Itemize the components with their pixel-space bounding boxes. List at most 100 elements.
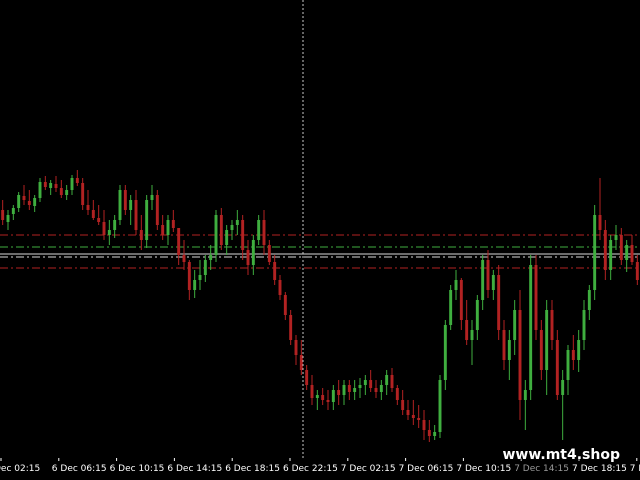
candle-body	[182, 255, 186, 262]
candle	[609, 235, 613, 280]
candle-body	[177, 228, 181, 255]
candle	[107, 220, 111, 245]
candle-body	[609, 240, 613, 270]
candle	[75, 170, 79, 186]
candle	[379, 380, 383, 400]
candle-body	[283, 295, 287, 315]
candle-body	[161, 225, 165, 235]
candle-body	[374, 388, 378, 392]
candle-body	[438, 380, 442, 432]
candle-body	[139, 230, 143, 240]
candle	[1, 200, 5, 225]
candle-body	[443, 325, 447, 380]
candle	[11, 205, 15, 220]
candle	[598, 178, 602, 240]
candle-body	[310, 385, 314, 398]
candle-body	[6, 215, 10, 222]
candle	[401, 390, 405, 415]
candle	[449, 285, 453, 330]
candle-body	[353, 388, 357, 392]
candle	[571, 335, 575, 370]
candle-body	[411, 415, 415, 418]
candle-body	[17, 195, 21, 208]
candle	[241, 215, 245, 260]
candle	[59, 180, 63, 198]
candle	[369, 370, 373, 392]
candle	[614, 225, 618, 250]
x-tick-label: 6 Dec 06:15	[52, 464, 107, 474]
candle-body	[54, 184, 58, 188]
candle	[326, 390, 330, 410]
candle	[454, 270, 458, 300]
chart-area[interactable]: Dec 02:15 6 Dec 06:156 Dec 10:156 Dec 14:…	[0, 0, 640, 480]
candle-body	[566, 350, 570, 380]
candle	[289, 310, 293, 345]
x-tick-label: 7 Dec 02:15	[341, 464, 396, 474]
candle-body	[150, 195, 154, 200]
candle-body	[630, 245, 634, 262]
candle	[475, 295, 479, 340]
candle-body	[449, 290, 453, 325]
candle	[321, 388, 325, 405]
candle-body	[203, 260, 207, 275]
candle	[257, 215, 261, 245]
candle	[331, 385, 335, 410]
candle-body	[214, 215, 218, 255]
candle-body	[134, 200, 138, 230]
candle-body	[614, 235, 618, 240]
x-tick-label: 7 De	[630, 464, 640, 474]
candle-body	[502, 330, 506, 360]
candle-body	[299, 355, 303, 370]
candle-body	[358, 385, 362, 388]
candle	[438, 375, 442, 438]
candle	[417, 405, 421, 428]
candle	[97, 205, 101, 225]
candle	[235, 210, 239, 235]
candle-body	[230, 225, 234, 230]
candle-body	[107, 230, 111, 235]
candle-body	[33, 198, 37, 206]
candle	[166, 215, 170, 245]
candle	[294, 335, 298, 365]
candle-body	[262, 220, 266, 245]
candle-body	[379, 385, 383, 392]
candle-body	[619, 235, 623, 260]
candle-body	[123, 190, 127, 210]
candle	[523, 380, 527, 430]
candle	[155, 190, 159, 230]
candle	[193, 270, 197, 298]
candle	[502, 320, 506, 370]
candle-body	[75, 178, 79, 183]
candle	[123, 185, 127, 215]
candle	[491, 270, 495, 300]
candle-body	[38, 182, 42, 198]
candle	[150, 185, 154, 210]
candle-body	[363, 380, 367, 385]
watermark: www.mt4.shop	[502, 447, 620, 463]
candle	[459, 278, 463, 330]
candle-body	[534, 265, 538, 330]
x-tick-label: 7 Dec 06:15	[399, 464, 454, 474]
candle	[198, 260, 202, 290]
candle	[363, 375, 367, 395]
candle-body	[539, 330, 543, 370]
x-tick-label: 7 Dec 14:15	[514, 464, 569, 474]
candle-body	[337, 390, 341, 395]
candle-body	[481, 260, 485, 300]
candle	[347, 380, 351, 400]
candle-body	[422, 420, 426, 430]
candle	[545, 300, 549, 395]
levels-layer	[0, 234, 640, 269]
candle-body	[1, 210, 5, 220]
candle	[6, 210, 10, 230]
candle-body	[118, 190, 122, 220]
candle-body	[635, 262, 639, 280]
candle-body	[454, 280, 458, 290]
candle	[550, 300, 554, 350]
candle	[433, 425, 437, 440]
candle-body	[321, 395, 325, 400]
candle	[406, 400, 410, 420]
candle-body	[187, 262, 191, 290]
candle-body	[417, 418, 421, 420]
candle	[555, 330, 559, 400]
